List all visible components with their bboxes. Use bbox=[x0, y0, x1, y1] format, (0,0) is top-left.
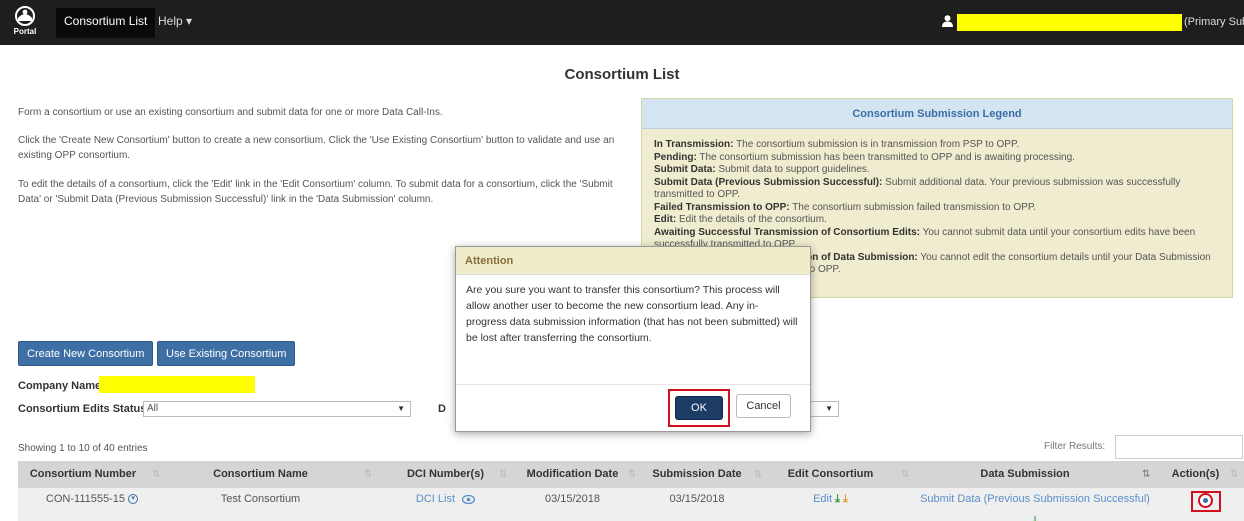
data-submission-status-label: D bbox=[438, 403, 446, 415]
cell-data-submission: Submit Data (Previous Submission Success… bbox=[920, 488, 1150, 521]
col-modification-date[interactable]: Modification Date bbox=[515, 461, 630, 488]
cancel-button[interactable]: Cancel bbox=[736, 394, 791, 418]
table-row: CON-111555-15 ▾ Test Consortium DCI List… bbox=[18, 488, 1244, 521]
dci-list-link[interactable]: DCI List bbox=[416, 493, 455, 505]
cell-submission-date: 03/15/2018 bbox=[669, 493, 725, 505]
page-title: Consortium List bbox=[564, 66, 680, 83]
ok-button[interactable]: OK bbox=[675, 396, 723, 420]
nav-consortium-list[interactable]: Consortium List bbox=[56, 8, 156, 38]
sort-icon[interactable]: ⇅ bbox=[1230, 461, 1238, 488]
legend-title: Consortium Submission Legend bbox=[642, 99, 1232, 129]
cell-edit: Edit ⤓ ⤓ bbox=[773, 488, 888, 521]
edits-status-label: Consortium Edits Status bbox=[18, 403, 147, 415]
create-new-consortium-button[interactable]: Create New Consortium bbox=[18, 341, 154, 366]
sort-icon[interactable]: ⇅ bbox=[628, 461, 636, 488]
filter-results-input[interactable] bbox=[1115, 435, 1243, 459]
edits-status-select[interactable]: All ▼ bbox=[143, 401, 411, 417]
portal-logo[interactable]: Portal bbox=[6, 6, 44, 40]
navbar: Portal Consortium List Help ▾ (Primary S… bbox=[0, 0, 1244, 45]
edit-link[interactable]: Edit bbox=[813, 493, 832, 505]
legend-item: Failed Transmission to OPP: The consorti… bbox=[654, 201, 1036, 213]
user-icon bbox=[942, 15, 953, 27]
sort-icon[interactable]: ⇅ bbox=[152, 461, 160, 488]
chevron-down-icon: ▼ bbox=[825, 404, 833, 413]
edits-status-value: All bbox=[147, 403, 159, 414]
submit-data-link[interactable]: Submit Data (Previous Submission Success… bbox=[920, 493, 1150, 505]
legend-item: Edit: Edit the details of the consortium… bbox=[654, 214, 827, 225]
use-existing-consortium-button[interactable]: Use Existing Consortium bbox=[157, 341, 296, 366]
col-edit-consortium[interactable]: Edit Consortium bbox=[773, 461, 888, 488]
sort-icon[interactable]: ⇅ bbox=[754, 461, 762, 488]
eye-icon[interactable] bbox=[461, 494, 476, 504]
filter-results-label: Filter Results: bbox=[1044, 441, 1106, 452]
col-consortium-name[interactable]: Consortium Name bbox=[183, 461, 338, 488]
sort-icon[interactable]: ⇅ bbox=[1142, 461, 1150, 488]
col-consortium-number[interactable]: Consortium Number bbox=[18, 461, 148, 488]
download-icon[interactable]: ⤓ bbox=[1033, 515, 1038, 521]
chevron-down-icon: ▼ bbox=[397, 404, 405, 413]
col-actions[interactable]: Action(s) bbox=[1163, 461, 1228, 488]
sort-icon[interactable]: ⇅ bbox=[364, 461, 372, 488]
download-icon[interactable]: ⤓ bbox=[843, 493, 848, 505]
nav-help-menu[interactable]: Help ▾ bbox=[150, 14, 200, 28]
cell-modification-date: 03/15/2018 bbox=[544, 493, 601, 505]
entries-count: Showing 1 to 10 of 40 entries bbox=[18, 443, 148, 454]
sort-icon[interactable]: ⇅ bbox=[901, 461, 909, 488]
download-icon[interactable]: ⤓ bbox=[835, 493, 840, 505]
portal-logo-icon bbox=[15, 6, 35, 26]
intro-paragraph-3: To edit the details of a consortium, cli… bbox=[18, 179, 613, 205]
data-submission-status-select[interactable]: ▼ bbox=[810, 401, 839, 417]
company-name-label: Company Name: bbox=[18, 380, 105, 392]
legend-item: Submit Data (Previous Submission Success… bbox=[654, 176, 1181, 201]
legend-item: In Transmission: The consortium submissi… bbox=[654, 139, 1020, 150]
ok-highlight: OK bbox=[668, 389, 730, 427]
logo-text: Portal bbox=[13, 27, 37, 36]
legend-item: Submit Data: Submit data to support guid… bbox=[654, 164, 870, 175]
legend-item: Pending: The consortium submission has b… bbox=[654, 151, 1075, 163]
col-data-submission[interactable]: Data Submission bbox=[920, 461, 1130, 488]
table-header: Consortium Number ⇅ Consortium Name ⇅ DC… bbox=[18, 461, 1244, 488]
dialog-message: Are you sure you want to transfer this c… bbox=[456, 275, 810, 385]
cell-consortium-number: CON-111555-15 ▾ bbox=[18, 488, 166, 521]
circle-chevron-down-icon[interactable]: ▾ bbox=[128, 494, 139, 505]
user-name-redacted[interactable] bbox=[957, 14, 1182, 31]
cell-consortium-name: Test Consortium bbox=[220, 493, 301, 505]
transfer-icon[interactable] bbox=[1198, 493, 1213, 508]
user-role: (Primary Submitter) bbox=[1184, 16, 1244, 28]
col-dci-numbers[interactable]: DCI Number(s) bbox=[393, 461, 498, 488]
company-name-redacted bbox=[99, 376, 255, 393]
intro-paragraph-1: Form a consortium or use an existing con… bbox=[18, 107, 443, 118]
intro-paragraph-2: Click the 'Create New Consortium' button… bbox=[18, 135, 615, 161]
dialog-title: Attention bbox=[456, 247, 810, 275]
col-submission-date[interactable]: Submission Date bbox=[642, 461, 752, 488]
sort-icon[interactable]: ⇅ bbox=[499, 461, 507, 488]
attention-dialog: Attention Are you sure you want to trans… bbox=[455, 246, 811, 432]
cell-dci: DCI List bbox=[393, 488, 498, 521]
